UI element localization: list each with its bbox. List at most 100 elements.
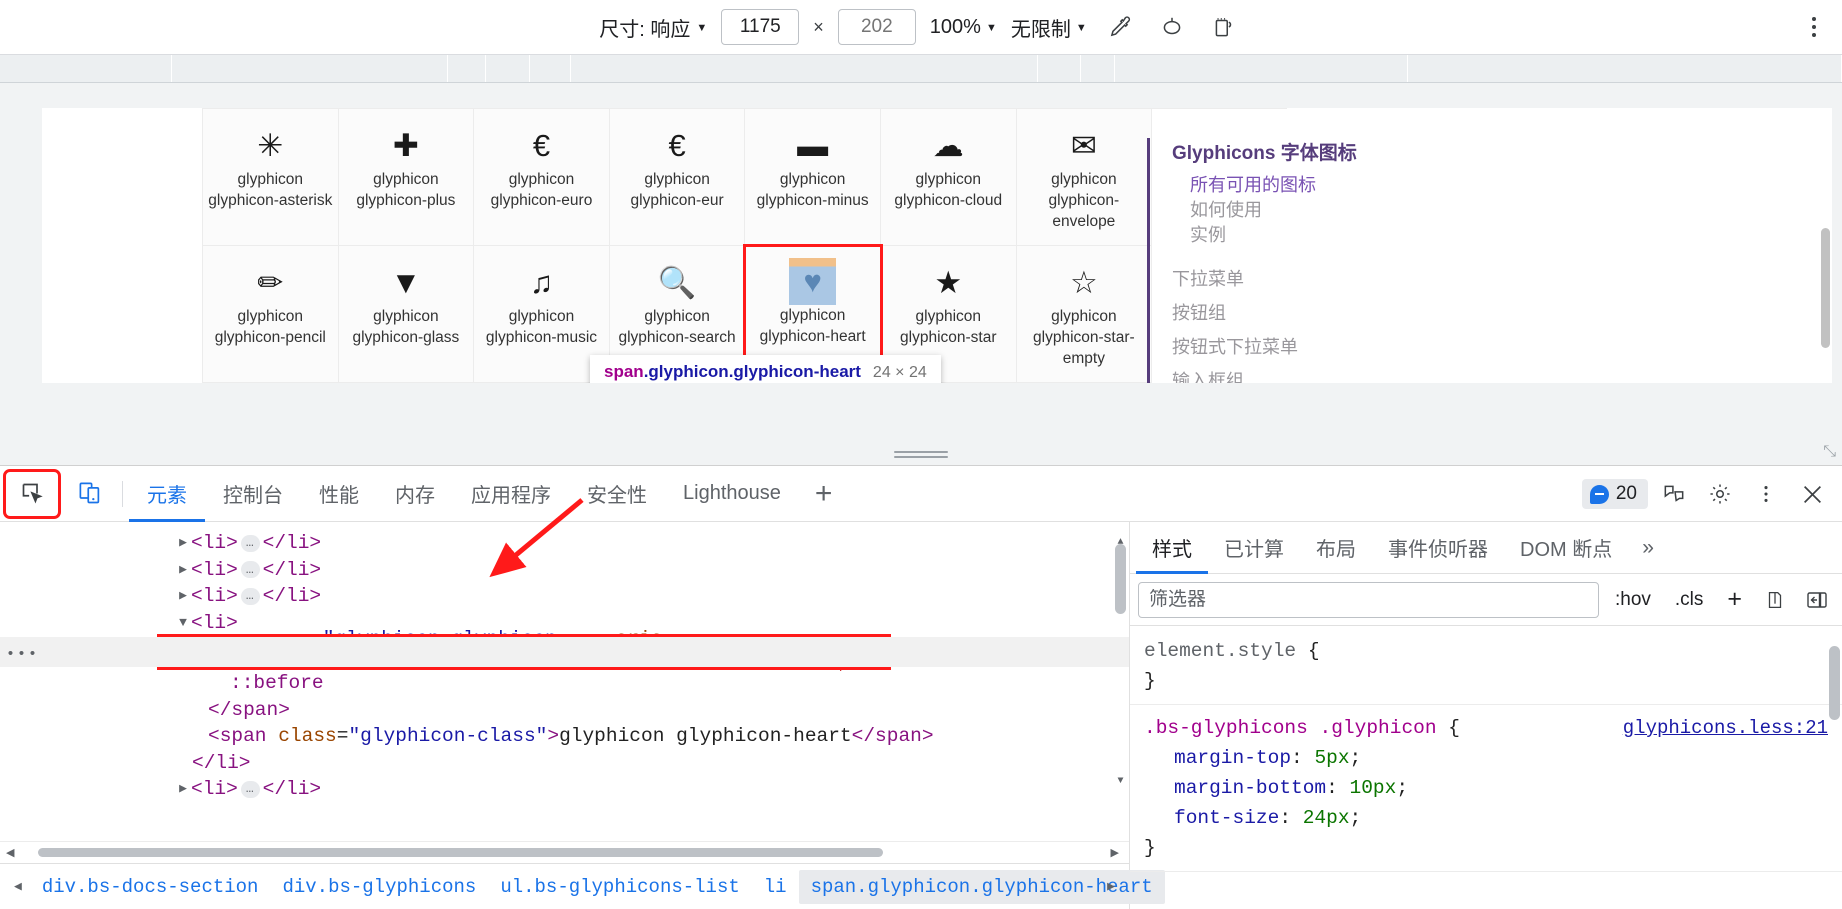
css-selector[interactable]: .bs-glyphicons .glyphicon xyxy=(1144,717,1437,739)
sidebar-subitem-examples[interactable]: 实例 xyxy=(1172,223,1477,248)
collapsed-content-badge[interactable]: … xyxy=(240,561,260,579)
tab-application[interactable]: 应用程序 xyxy=(453,466,569,522)
stylesheet-source-link[interactable]: glyphicons.less:21 xyxy=(1623,713,1828,743)
computed-sidebar-toggle-icon[interactable] xyxy=(1800,583,1834,617)
sidebar-item-button-dropdown[interactable]: 按钮式下拉菜单 xyxy=(1172,330,1477,364)
print-media-icon[interactable] xyxy=(1758,583,1792,617)
glyph-cell[interactable]: ✚ glyphicon glyphicon-plus xyxy=(338,109,475,246)
add-tab-button[interactable]: + xyxy=(799,466,849,522)
inspect-element-icon[interactable] xyxy=(3,468,61,519)
tab-elements[interactable]: 元素 xyxy=(129,466,205,522)
breadcrumb-item-docs-section[interactable]: div.bs-docs-section xyxy=(30,876,271,898)
css-declaration[interactable]: margin-top: 5px; xyxy=(1144,743,1828,773)
dom-tree[interactable]: <li> … </li> <li> … </li> <li> … </li> xyxy=(0,522,1129,841)
css-value[interactable]: 5px xyxy=(1314,747,1349,769)
sidebar-item-dropdown[interactable]: 下拉菜单 xyxy=(1172,262,1477,296)
viewport-resize-handle[interactable] xyxy=(0,443,1842,465)
viewport-height-input[interactable] xyxy=(837,9,916,45)
rotate-icon[interactable] xyxy=(1153,8,1191,46)
collapse-triangle-icon[interactable] xyxy=(175,610,191,637)
breadcrumb-scroll-right-icon[interactable]: ▶ xyxy=(1099,879,1123,894)
corner-resize-icon[interactable]: ⤡ xyxy=(1823,443,1836,461)
eyedropper-icon[interactable] xyxy=(1101,8,1139,46)
sidebar-item-button-group[interactable]: 按钮组 xyxy=(1172,296,1477,330)
device-size-selector[interactable]: 尺寸: 响应 ▼ xyxy=(599,13,707,42)
network-throttle-selector[interactable]: 无限制 ▼ xyxy=(1011,13,1087,42)
css-property[interactable]: font-size xyxy=(1174,807,1279,829)
css-rule-bs-glyphicons[interactable]: glyphicons.less:21 .bs-glyphicons .glyph… xyxy=(1130,713,1842,863)
tab-event-listeners[interactable]: 事件侦听器 xyxy=(1372,522,1504,574)
dom-row[interactable]: </li> xyxy=(0,750,1129,777)
tab-layout[interactable]: 布局 xyxy=(1300,522,1372,574)
css-property[interactable]: margin-top xyxy=(1174,747,1291,769)
device-toolbar-icon[interactable] xyxy=(64,472,116,516)
dom-row[interactable]: <li> … </li> xyxy=(0,557,1129,584)
css-value[interactable]: 24px xyxy=(1303,807,1350,829)
tab-console[interactable]: 控制台 xyxy=(205,466,301,522)
new-style-rule-button[interactable]: + xyxy=(1719,585,1750,614)
expand-triangle-icon[interactable] xyxy=(175,530,191,557)
tab-dom-breakpoints[interactable]: DOM 断点 xyxy=(1504,522,1628,574)
styles-filter-input[interactable] xyxy=(1138,581,1599,618)
css-declaration[interactable]: margin-bottom: 10px; xyxy=(1144,773,1828,803)
more-tabs-chevron-icon[interactable]: » xyxy=(1628,536,1668,560)
devices-icon[interactable] xyxy=(1654,474,1694,514)
close-icon[interactable] xyxy=(1792,474,1832,514)
dom-horizontal-scrollbar[interactable]: ◀ ▶ xyxy=(0,841,1129,863)
glyph-cell[interactable]: ☆ glyphicon glyphicon-star-empty xyxy=(1016,246,1153,383)
dom-row[interactable]: <span class = "glyphicon-class" > glyphi… xyxy=(0,723,1129,750)
glyph-cell[interactable]: ✳ glyphicon glyphicon-asterisk xyxy=(203,109,339,246)
glyph-cell[interactable]: ☁ glyphicon glyphicon-cloud xyxy=(880,109,1017,246)
styles-vertical-scrollbar[interactable] xyxy=(1829,630,1840,750)
scrollbar-thumb[interactable] xyxy=(1115,544,1126,614)
css-rule-element-style[interactable]: element.style { } xyxy=(1130,636,1842,696)
dom-row[interactable]: <li> … </li> xyxy=(0,530,1129,557)
device-toolbar-kebab-menu-icon[interactable] xyxy=(1802,12,1826,42)
glyph-cell[interactable]: € glyphicon glyphicon-euro xyxy=(474,109,610,246)
dom-row[interactable]: <li> … </li> xyxy=(0,776,1129,803)
collapsed-content-badge[interactable]: … xyxy=(240,780,260,798)
sidebar-subitem-how-to-use[interactable]: 如何使用 xyxy=(1172,198,1477,223)
glyph-cell[interactable]: ✉ glyphicon glyphicon-envelope xyxy=(1016,109,1153,246)
glyph-cell[interactable]: ✏ glyphicon glyphicon-pencil xyxy=(203,246,339,383)
expand-triangle-icon[interactable] xyxy=(175,557,191,584)
breadcrumb-item-bs-glyphicons[interactable]: div.bs-glyphicons xyxy=(270,876,488,898)
css-selector[interactable]: element.style xyxy=(1144,640,1296,662)
scrollbar-thumb[interactable] xyxy=(38,848,883,857)
dom-row[interactable]: </span> xyxy=(0,697,1129,724)
message-count-badge[interactable]: 20 xyxy=(1581,479,1648,509)
scroll-left-arrow-icon[interactable]: ◀ xyxy=(0,846,20,859)
tab-security[interactable]: 安全性 xyxy=(569,466,665,522)
row-overflow-dots-icon[interactable]: ••• xyxy=(6,642,39,669)
scroll-right-arrow-icon[interactable]: ▶ xyxy=(1105,846,1125,859)
breadcrumb-item-glyphicons-list[interactable]: ul.bs-glyphicons-list xyxy=(488,876,751,898)
page-vertical-scrollbar[interactable] xyxy=(1821,228,1830,348)
tab-computed[interactable]: 已计算 xyxy=(1208,522,1300,574)
zoom-selector[interactable]: 100% ▼ xyxy=(930,16,997,39)
dom-vertical-scrollbar[interactable]: ▲ ▼ xyxy=(1115,530,1126,795)
dom-row[interactable]: <li> … </li> xyxy=(0,583,1129,610)
expand-triangle-icon[interactable] xyxy=(175,583,191,610)
expand-triangle-icon[interactable] xyxy=(175,776,191,803)
css-value[interactable]: 10px xyxy=(1350,777,1397,799)
css-property[interactable]: margin-bottom xyxy=(1174,777,1326,799)
settings-gear-icon[interactable] xyxy=(1700,474,1740,514)
tab-memory[interactable]: 内存 xyxy=(377,466,453,522)
sidebar-item-input-group[interactable]: 输入框组 xyxy=(1172,364,1477,383)
hover-state-button[interactable]: :hov xyxy=(1607,589,1659,611)
glyph-cell[interactable]: ▼ glyphicon glyphicon-glass xyxy=(338,246,475,383)
breadcrumb-scroll-left-icon[interactable]: ◀ xyxy=(6,879,30,894)
scrollbar-thumb[interactable] xyxy=(1829,646,1840,720)
element-classes-button[interactable]: .cls xyxy=(1667,589,1712,611)
collapsed-content-badge[interactable]: … xyxy=(240,534,260,552)
collapsed-content-badge[interactable]: … xyxy=(240,587,260,605)
screenshot-icon[interactable] xyxy=(1205,8,1243,46)
tab-performance[interactable]: 性能 xyxy=(301,466,377,522)
tab-lighthouse[interactable]: Lighthouse xyxy=(665,466,799,522)
viewport-width-input[interactable] xyxy=(721,9,800,45)
styles-rules-list[interactable]: element.style { } glyphicons.less:21 .bs… xyxy=(1130,626,1842,909)
tab-styles[interactable]: 样式 xyxy=(1136,522,1208,574)
scroll-down-arrow-icon[interactable]: ▼ xyxy=(1115,769,1126,796)
css-declaration[interactable]: font-size: 24px; xyxy=(1144,803,1828,833)
devtools-kebab-menu-icon[interactable] xyxy=(1746,474,1786,514)
